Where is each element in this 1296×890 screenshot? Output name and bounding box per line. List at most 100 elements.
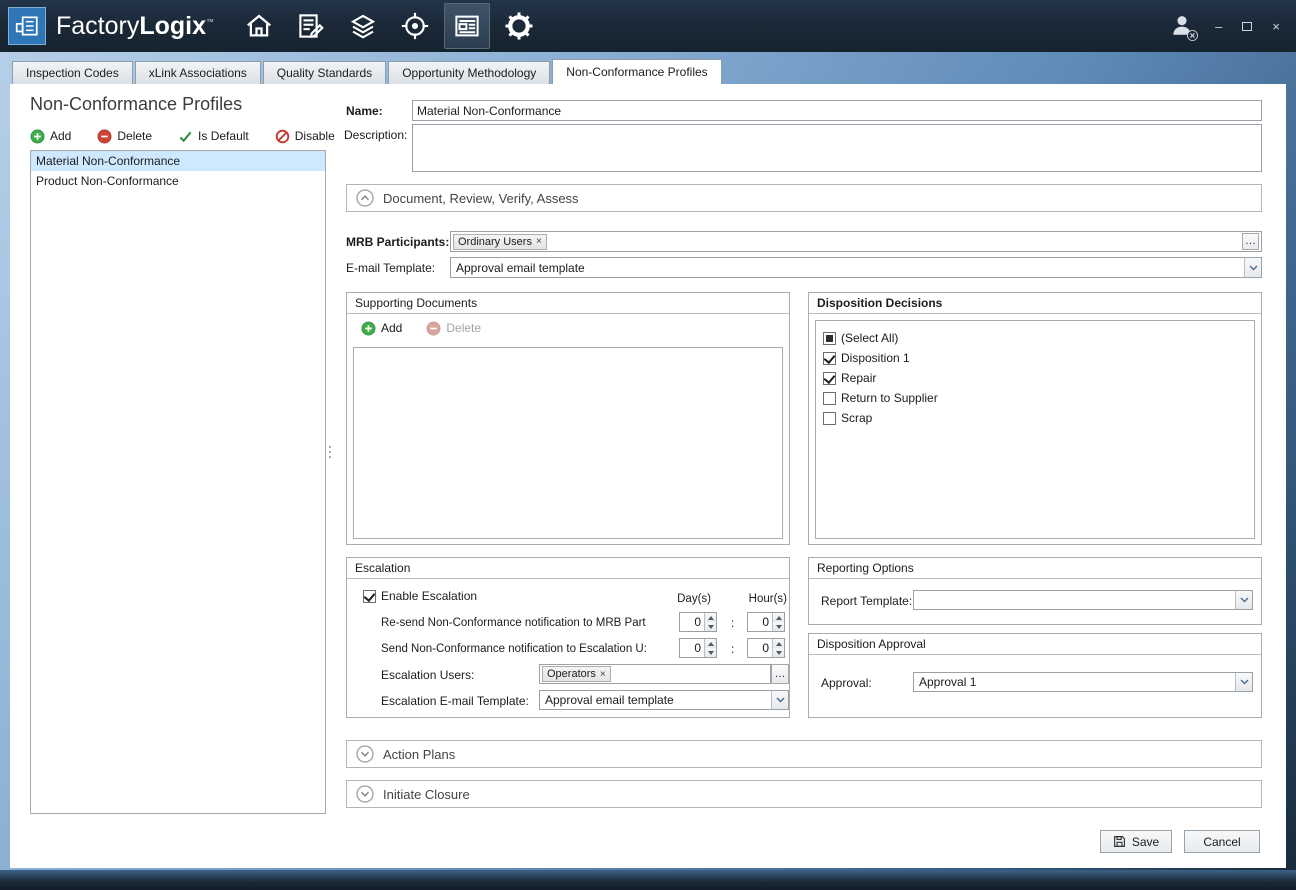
delete-profile-button[interactable]: Delete (97, 129, 152, 144)
disposition-option[interactable]: (Select All) (823, 328, 1254, 348)
add-document-button[interactable]: Add (361, 321, 402, 336)
gear-icon (504, 11, 534, 41)
mrb-participants-field[interactable]: Ordinary Users × … (450, 231, 1262, 252)
disposition-option[interactable]: Disposition 1 (823, 348, 1254, 368)
spinner-up-button[interactable] (773, 639, 784, 648)
checkbox-label: Repair (841, 371, 876, 385)
dropdown-arrow-icon[interactable] (771, 691, 788, 709)
spinner-down-button[interactable] (705, 648, 716, 657)
description-input[interactable] (412, 124, 1262, 172)
supporting-documents-list[interactable] (353, 347, 783, 539)
section-title: Action Plans (383, 747, 455, 762)
brand-logix: Logix (139, 12, 206, 40)
nav-home-button[interactable] (236, 3, 282, 49)
tab-non-conformance-profiles[interactable]: Non-Conformance Profiles (552, 59, 721, 84)
newspaper-icon (452, 11, 482, 41)
resend-hours-spinner[interactable]: 0 (747, 612, 785, 632)
send-days-spinner[interactable]: 0 (679, 638, 717, 658)
disposition-decisions-list: (Select All) Disposition 1 Repair Return… (815, 320, 1255, 539)
nav-quality-button[interactable] (444, 3, 490, 49)
checkbox-label: Enable Escalation (381, 589, 477, 603)
spinner-down-button[interactable] (773, 622, 784, 631)
disposition-approval-group: Disposition Approval Approval: Approval … (808, 633, 1262, 718)
checkbox-checked[interactable] (823, 352, 836, 365)
chip-remove-icon[interactable]: × (536, 236, 542, 247)
panel-splitter[interactable] (329, 446, 332, 460)
is-default-button[interactable]: Is Default (178, 129, 249, 144)
tab-xlink-associations[interactable]: xLink Associations (135, 61, 261, 84)
minimize-button[interactable]: – (1215, 20, 1222, 33)
add-profile-button[interactable]: Add (30, 129, 71, 144)
report-template-dropdown[interactable] (913, 590, 1253, 610)
checkbox-unchecked[interactable] (823, 392, 836, 405)
name-input[interactable] (412, 100, 1262, 121)
brand-factory: Factory (56, 12, 139, 40)
checkbox-checked[interactable] (363, 590, 376, 603)
tab-opportunity-methodology[interactable]: Opportunity Methodology (388, 61, 550, 84)
send-hours-spinner[interactable]: 0 (747, 638, 785, 658)
section-action-plans[interactable]: Action Plans (346, 740, 1262, 768)
home-icon (244, 11, 274, 41)
spinner-down-button[interactable] (705, 622, 716, 631)
escalation-email-template-dropdown[interactable]: Approval email template (539, 690, 789, 710)
spinner-up-button[interactable] (705, 639, 716, 648)
tab-label: Opportunity Methodology (402, 66, 536, 80)
brand: FactoryLogix™ (56, 12, 214, 41)
cancel-label: Cancel (1203, 835, 1240, 849)
reporting-options-group: Reporting Options Report Template: (808, 557, 1262, 625)
dropdown-value: Approval email template (451, 258, 1244, 277)
enable-escalation-checkbox[interactable]: Enable Escalation (363, 586, 477, 606)
spinner-value: 0 (680, 613, 704, 631)
email-template-dropdown[interactable]: Approval email template (450, 257, 1262, 278)
checkbox-unchecked[interactable] (823, 412, 836, 425)
save-button[interactable]: Save (1100, 830, 1172, 853)
escalation-users-field[interactable]: Operators × (539, 664, 771, 684)
delete-icon-disabled (426, 321, 441, 336)
chip-remove-icon[interactable]: × (600, 669, 606, 680)
cancel-button[interactable]: Cancel (1184, 830, 1260, 853)
window-bottom-bar (0, 870, 1296, 890)
tab-label: Quality Standards (277, 66, 372, 80)
checkbox-indeterminate[interactable] (823, 332, 836, 345)
checkbox-checked[interactable] (823, 372, 836, 385)
tab-quality-standards[interactable]: Quality Standards (263, 61, 386, 84)
checkbox-label: Scrap (841, 411, 872, 425)
dropdown-value: Approval email template (540, 691, 771, 709)
spinner-value: 0 (680, 639, 704, 657)
close-button[interactable]: × (1272, 20, 1280, 33)
dropdown-arrow-icon[interactable] (1244, 258, 1261, 277)
spinner-up-button[interactable] (705, 613, 716, 622)
spinner-up-button[interactable] (773, 613, 784, 622)
escalation-user-chip: Operators × (542, 666, 611, 682)
profile-list-item[interactable]: Material Non-Conformance (31, 151, 325, 171)
main-content: Non-Conformance Profiles Add Delete (10, 84, 1286, 868)
nav-materials-button[interactable] (340, 3, 386, 49)
escalation-email-template-label: Escalation E-mail Template: (381, 694, 529, 708)
profile-list-item[interactable]: Product Non-Conformance (31, 171, 325, 191)
section-initiate-closure[interactable]: Initiate Closure (346, 780, 1262, 808)
expand-down-icon (356, 745, 374, 763)
spinner-down-button[interactable] (773, 648, 784, 657)
disposition-option[interactable]: Scrap (823, 408, 1254, 428)
maximize-button[interactable] (1242, 22, 1252, 31)
escalation-users-browse-button[interactable]: … (771, 664, 789, 684)
dropdown-arrow-icon[interactable] (1235, 673, 1252, 691)
layers-icon (348, 11, 378, 41)
disposition-option[interactable]: Repair (823, 368, 1254, 388)
time-separator: : (731, 616, 734, 630)
tab-inspection-codes[interactable]: Inspection Codes (12, 61, 133, 84)
nav-production-button[interactable] (288, 3, 334, 49)
approval-dropdown[interactable]: Approval 1 (913, 672, 1253, 692)
nav-settings-button[interactable] (496, 3, 542, 49)
disable-profile-button[interactable]: Disable (275, 129, 335, 144)
clipboard-list-icon (296, 11, 326, 41)
mrb-participants-browse-button[interactable]: … (1242, 233, 1259, 250)
disposition-option[interactable]: Return to Supplier (823, 388, 1254, 408)
section-document-review[interactable]: Document, Review, Verify, Assess (346, 184, 1262, 212)
dropdown-arrow-icon[interactable] (1235, 591, 1252, 609)
dropdown-value (914, 591, 1235, 609)
resend-days-spinner[interactable]: 0 (679, 612, 717, 632)
nav-tracking-button[interactable] (392, 3, 438, 49)
user-button[interactable] (1169, 12, 1195, 41)
delete-document-button[interactable]: Delete (426, 321, 481, 336)
